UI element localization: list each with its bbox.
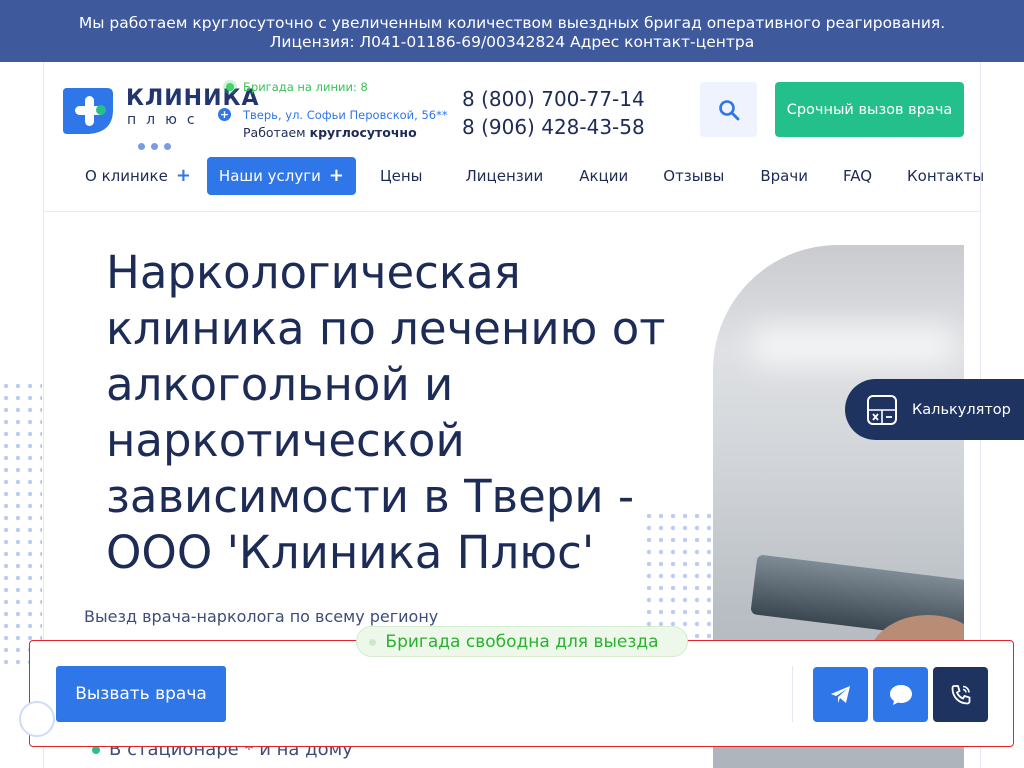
- page-title: Наркологическая клиника по лечению от ал…: [106, 246, 666, 579]
- nav-item-contacts[interactable]: Контакты: [895, 157, 996, 195]
- phone-call-button[interactable]: [933, 667, 988, 722]
- calculator-icon: [862, 390, 902, 430]
- search-icon: [718, 99, 739, 120]
- calculator-tab[interactable]: Калькулятор: [845, 379, 1024, 440]
- nav-item-licenses[interactable]: Лицензии: [453, 157, 555, 195]
- work-hours: Работаем круглосуточно: [243, 125, 417, 140]
- online-status-icon: [226, 83, 234, 91]
- nav-item-prices[interactable]: Цены: [368, 157, 435, 195]
- nav-item-doctors[interactable]: Врачи: [748, 157, 820, 195]
- chat-button[interactable]: [873, 667, 928, 722]
- hero-subtitle: Выезд врача-нарколога по всему региону: [84, 607, 439, 626]
- work-hours-value: круглосуточно: [309, 125, 417, 140]
- nav-item-about[interactable]: О клинике +: [73, 157, 203, 195]
- work-hours-prefix: Работаем: [243, 125, 306, 140]
- location-plus-icon: +: [218, 108, 231, 121]
- phone-icon: [951, 684, 970, 704]
- announcement-bar: Мы работаем круглосуточно с увеличенным …: [0, 0, 1024, 62]
- address-link[interactable]: Тверь, ул. Софьи Перовской, 56**: [243, 108, 448, 122]
- message-icon: [889, 684, 912, 705]
- logo-subtitle: плюс: [127, 112, 205, 128]
- nav-item-services[interactable]: Наши услуги +: [206, 157, 356, 195]
- call-doctor-button[interactable]: Вызвать врача: [56, 666, 226, 722]
- calculator-label: Калькулятор: [912, 401, 1011, 418]
- telegram-button[interactable]: [813, 667, 868, 722]
- status-dot-icon: [369, 639, 376, 646]
- nav-item-promotions[interactable]: Акции: [567, 157, 640, 195]
- urgent-call-button[interactable]: Срочный вызов врача: [775, 82, 964, 137]
- phone-link-1[interactable]: 8 (800) 700-77-14: [462, 85, 645, 113]
- brigade-count: Бригада на линии: 8: [243, 80, 368, 94]
- telegram-icon: [830, 685, 850, 703]
- plus-icon: +: [175, 165, 191, 186]
- announcement-line-2: Лицензия: Л041-01186-69/00342824 Адрес к…: [269, 33, 755, 51]
- search-button[interactable]: [700, 82, 757, 137]
- chat-widget-icon[interactable]: [19, 701, 55, 737]
- logo-name[interactable]: КЛИНИКА: [126, 86, 260, 111]
- logo-dots: [138, 135, 177, 154]
- phone-numbers: 8 (800) 700-77-14 8 (906) 428-43-58: [462, 85, 645, 141]
- brigade-available-text: Бригада свободна для выезда: [385, 631, 659, 652]
- decorative-dots-left: [0, 380, 42, 670]
- main-nav: О клинике + Наши услуги + Цены Лицензии Ак…: [73, 157, 996, 195]
- nav-label-about: О клинике: [85, 167, 168, 185]
- nav-label-services: Наши услуги: [218, 167, 321, 185]
- nav-item-reviews[interactable]: Отзывы: [651, 157, 736, 195]
- phone-link-2[interactable]: 8 (906) 428-43-58: [462, 113, 645, 141]
- header-divider: [43, 211, 981, 212]
- announcement-line-1: Мы работаем круглосуточно с увеличенным …: [78, 14, 946, 32]
- bar-divider: [792, 666, 793, 722]
- plus-icon: +: [328, 165, 344, 186]
- bullet-dot-icon: [92, 746, 100, 754]
- brigade-available-badge: Бригада свободна для выезда: [356, 626, 688, 657]
- nav-item-faq[interactable]: FAQ: [831, 157, 884, 195]
- clinic-logo-icon[interactable]: [61, 84, 115, 136]
